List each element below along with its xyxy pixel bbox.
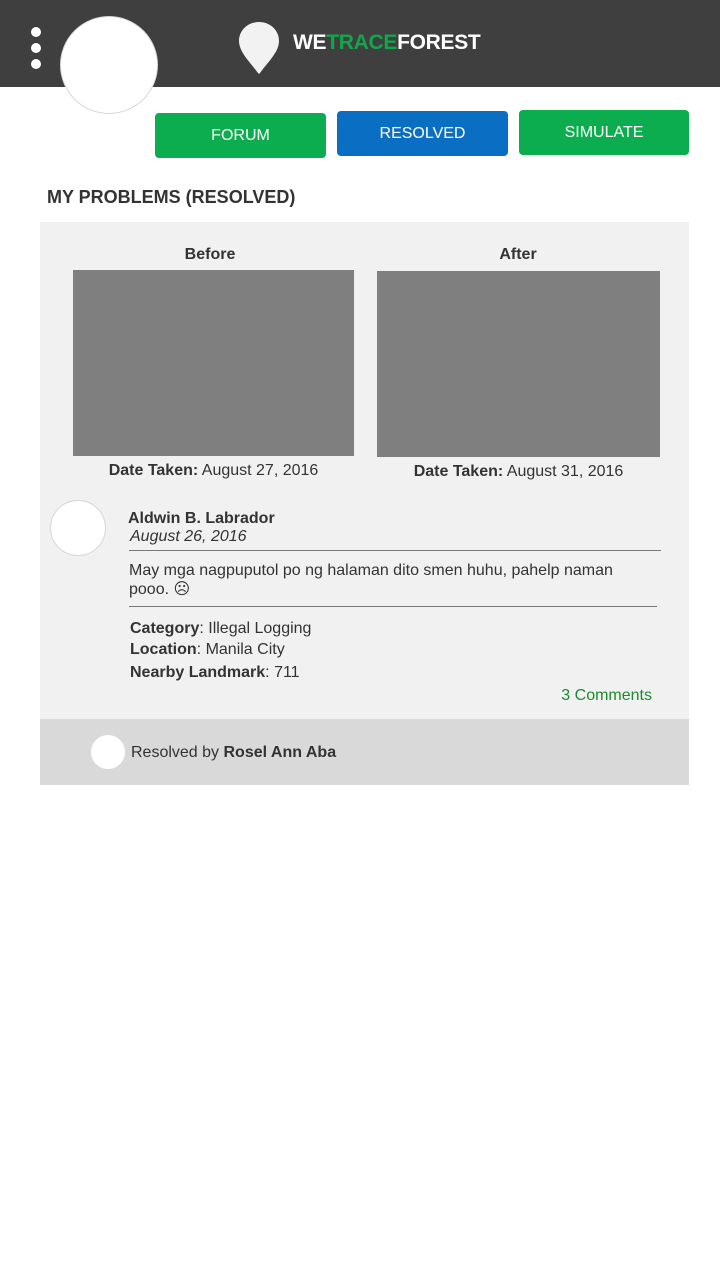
landmark-row: Nearby Landmark: 711	[130, 664, 300, 681]
page-title: MY PROBLEMS (RESOLVED)	[47, 187, 296, 207]
menu-icon[interactable]	[29, 27, 43, 71]
divider	[129, 550, 661, 551]
resolver-avatar[interactable]	[91, 735, 125, 769]
before-photo[interactable]	[73, 270, 354, 456]
author-name[interactable]: Aldwin B. Labrador	[128, 510, 275, 528]
before-date-taken: Date Taken: August 27, 2016	[108, 462, 319, 479]
location-row: Location: Manila City	[130, 641, 285, 658]
tab-forum[interactable]: FORUM	[155, 113, 326, 158]
app-logo: WETRACEFOREST	[293, 31, 481, 54]
problem-card: Before After Date Taken: August 27, 2016…	[40, 222, 689, 785]
divider	[129, 606, 657, 607]
post-text: May mga nagpuputol po ng halaman dito sm…	[129, 562, 613, 598]
resolved-by-text: Resolved by Rosel Ann Aba	[131, 744, 337, 761]
resolved-bar: Resolved by Rosel Ann Aba	[40, 719, 689, 785]
location-pin-icon	[239, 22, 279, 74]
before-label: Before	[184, 246, 236, 263]
category-row: Category: Illegal Logging	[130, 620, 312, 637]
after-label: After	[499, 246, 537, 263]
after-date-taken: Date Taken: August 31, 2016	[413, 463, 624, 480]
author-avatar[interactable]	[50, 500, 106, 556]
tab-simulate[interactable]: SIMULATE	[519, 110, 689, 155]
profile-avatar[interactable]	[60, 16, 158, 114]
post-date: August 26, 2016	[130, 528, 247, 545]
after-photo[interactable]	[377, 271, 660, 457]
comments-link[interactable]: 3 Comments	[561, 687, 652, 705]
tab-resolved[interactable]: RESOLVED	[337, 111, 508, 156]
